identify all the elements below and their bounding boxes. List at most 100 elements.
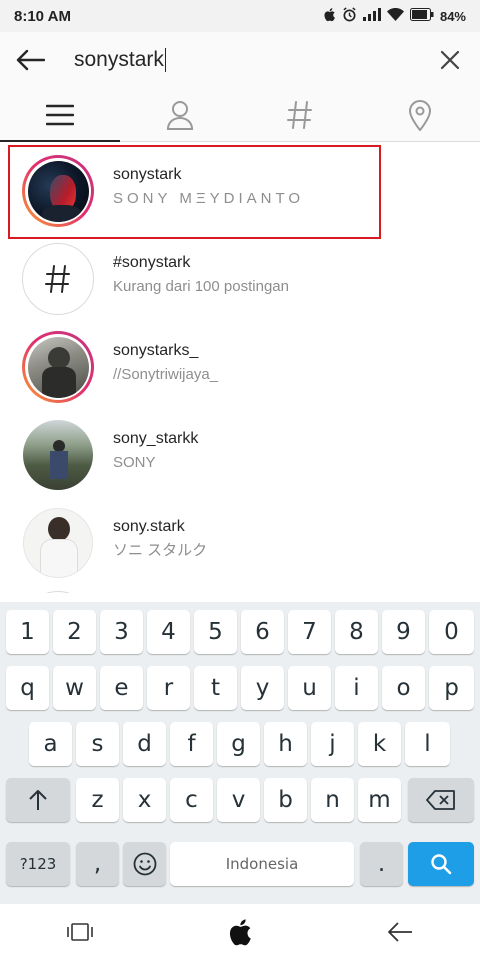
key-4[interactable]: 4 <box>147 610 190 654</box>
avatar <box>22 243 94 315</box>
key-l[interactable]: l <box>405 722 450 766</box>
result-title: #sonystark <box>113 254 191 271</box>
key-f[interactable]: f <box>170 722 213 766</box>
tab-tags[interactable] <box>240 88 360 141</box>
battery-percent: 84% <box>439 8 466 24</box>
tab-places[interactable] <box>360 88 480 141</box>
key-i[interactable]: i <box>335 666 378 710</box>
back-nav-button[interactable] <box>320 904 480 960</box>
list-icon <box>46 104 74 125</box>
tab-people[interactable] <box>120 88 240 141</box>
result-subtitle: SONY MΞYDIANTO <box>113 190 305 207</box>
result-text: sonystarks_ //Sonytriwijaya_ <box>113 341 218 385</box>
wifi-icon <box>386 8 404 24</box>
key-5[interactable]: 5 <box>194 610 237 654</box>
key-e[interactable]: e <box>100 666 143 710</box>
status-bar: 8:10 AM 84% <box>0 0 480 32</box>
symbols-key[interactable]: ?123 <box>6 842 70 886</box>
key-period[interactable]: . <box>360 842 403 886</box>
key-v[interactable]: v <box>217 778 260 822</box>
result-row[interactable]: sony.stark ソニ スタルク <box>0 499 480 587</box>
result-row[interactable]: sonystark SONY MΞYDIANTO <box>0 147 480 235</box>
result-row[interactable]: sonystarks_ //Sonytriwijaya_ <box>0 323 480 411</box>
key-a[interactable]: a <box>29 722 72 766</box>
key-r[interactable]: r <box>147 666 190 710</box>
keyboard-row-2: a s d f g h j k l <box>0 722 480 770</box>
key-comma[interactable]: , <box>76 842 119 886</box>
avatar <box>22 507 94 579</box>
home-button[interactable] <box>160 904 320 960</box>
back-button[interactable] <box>0 32 60 88</box>
shift-key[interactable] <box>6 778 70 822</box>
result-title: sony.stark <box>113 518 185 535</box>
key-o[interactable]: o <box>382 666 425 710</box>
close-icon <box>440 50 460 70</box>
hashtag-icon <box>287 100 312 129</box>
key-q[interactable]: q <box>6 666 49 710</box>
result-text: sony.stark ソニ スタルク <box>113 517 207 561</box>
space-bar[interactable]: Indonesia <box>170 842 354 886</box>
signal-icon <box>362 8 381 24</box>
key-m[interactable]: m <box>358 778 401 822</box>
smiley-icon <box>133 852 156 876</box>
apple-icon <box>323 7 336 25</box>
result-subtitle: //Sonytriwijaya_ <box>113 366 219 383</box>
search-query-text: sonystark <box>74 48 164 71</box>
clear-search-button[interactable] <box>420 32 480 88</box>
text-caret <box>164 48 167 72</box>
shift-arrow-icon <box>29 790 47 810</box>
key-7[interactable]: 7 <box>288 610 331 654</box>
key-8[interactable]: 8 <box>335 610 378 654</box>
home-apple-icon <box>229 919 251 946</box>
key-1[interactable]: 1 <box>6 610 49 654</box>
key-z[interactable]: z <box>76 778 119 822</box>
search-bar: sonystark <box>0 32 480 88</box>
key-c[interactable]: c <box>170 778 213 822</box>
keyboard-row-1: q w e r t y u i o p <box>0 666 480 714</box>
result-row[interactable]: #sonystark Kurang dari 100 postingan <box>0 235 480 323</box>
key-g[interactable]: g <box>217 722 260 766</box>
result-title: sonystark <box>113 166 182 183</box>
key-y[interactable]: y <box>241 666 284 710</box>
result-text: sony_starkk SONY <box>113 429 198 473</box>
key-6[interactable]: 6 <box>241 610 284 654</box>
keyboard-row-3: z x c v b n m <box>0 778 480 826</box>
key-d[interactable]: d <box>123 722 166 766</box>
key-p[interactable]: p <box>429 666 474 710</box>
key-b[interactable]: b <box>264 778 307 822</box>
result-row[interactable]: sony_starkk SONY <box>0 411 480 499</box>
result-row[interactable] <box>0 587 480 593</box>
key-h[interactable]: h <box>264 722 307 766</box>
backspace-icon <box>426 790 455 810</box>
key-x[interactable]: x <box>123 778 166 822</box>
system-nav-bar <box>0 904 480 960</box>
recents-icon <box>67 923 93 941</box>
avatar <box>22 155 94 227</box>
key-n[interactable]: n <box>311 778 354 822</box>
emoji-key[interactable] <box>123 842 166 886</box>
key-t[interactable]: t <box>194 666 237 710</box>
key-2[interactable]: 2 <box>53 610 96 654</box>
keyboard: 1 2 3 4 5 6 7 8 9 0 q w e r t y u i o p … <box>0 602 480 904</box>
result-text: sonystark SONY MΞYDIANTO <box>113 165 304 209</box>
key-s[interactable]: s <box>76 722 119 766</box>
result-subtitle: Kurang dari 100 postingan <box>113 278 289 295</box>
person-icon <box>166 100 194 130</box>
search-key[interactable] <box>408 842 474 886</box>
avatar <box>22 419 94 491</box>
backspace-key[interactable] <box>408 778 474 822</box>
key-k[interactable]: k <box>358 722 401 766</box>
search-input[interactable]: sonystark <box>60 48 420 72</box>
key-u[interactable]: u <box>288 666 331 710</box>
recents-button[interactable] <box>0 904 160 960</box>
key-9[interactable]: 9 <box>382 610 425 654</box>
tab-top[interactable] <box>0 88 120 142</box>
location-pin-icon <box>408 99 432 131</box>
search-icon <box>431 854 452 875</box>
battery-icon <box>409 8 434 24</box>
search-tabs <box>0 88 480 142</box>
key-3[interactable]: 3 <box>100 610 143 654</box>
key-w[interactable]: w <box>53 666 96 710</box>
key-0[interactable]: 0 <box>429 610 474 654</box>
key-j[interactable]: j <box>311 722 354 766</box>
